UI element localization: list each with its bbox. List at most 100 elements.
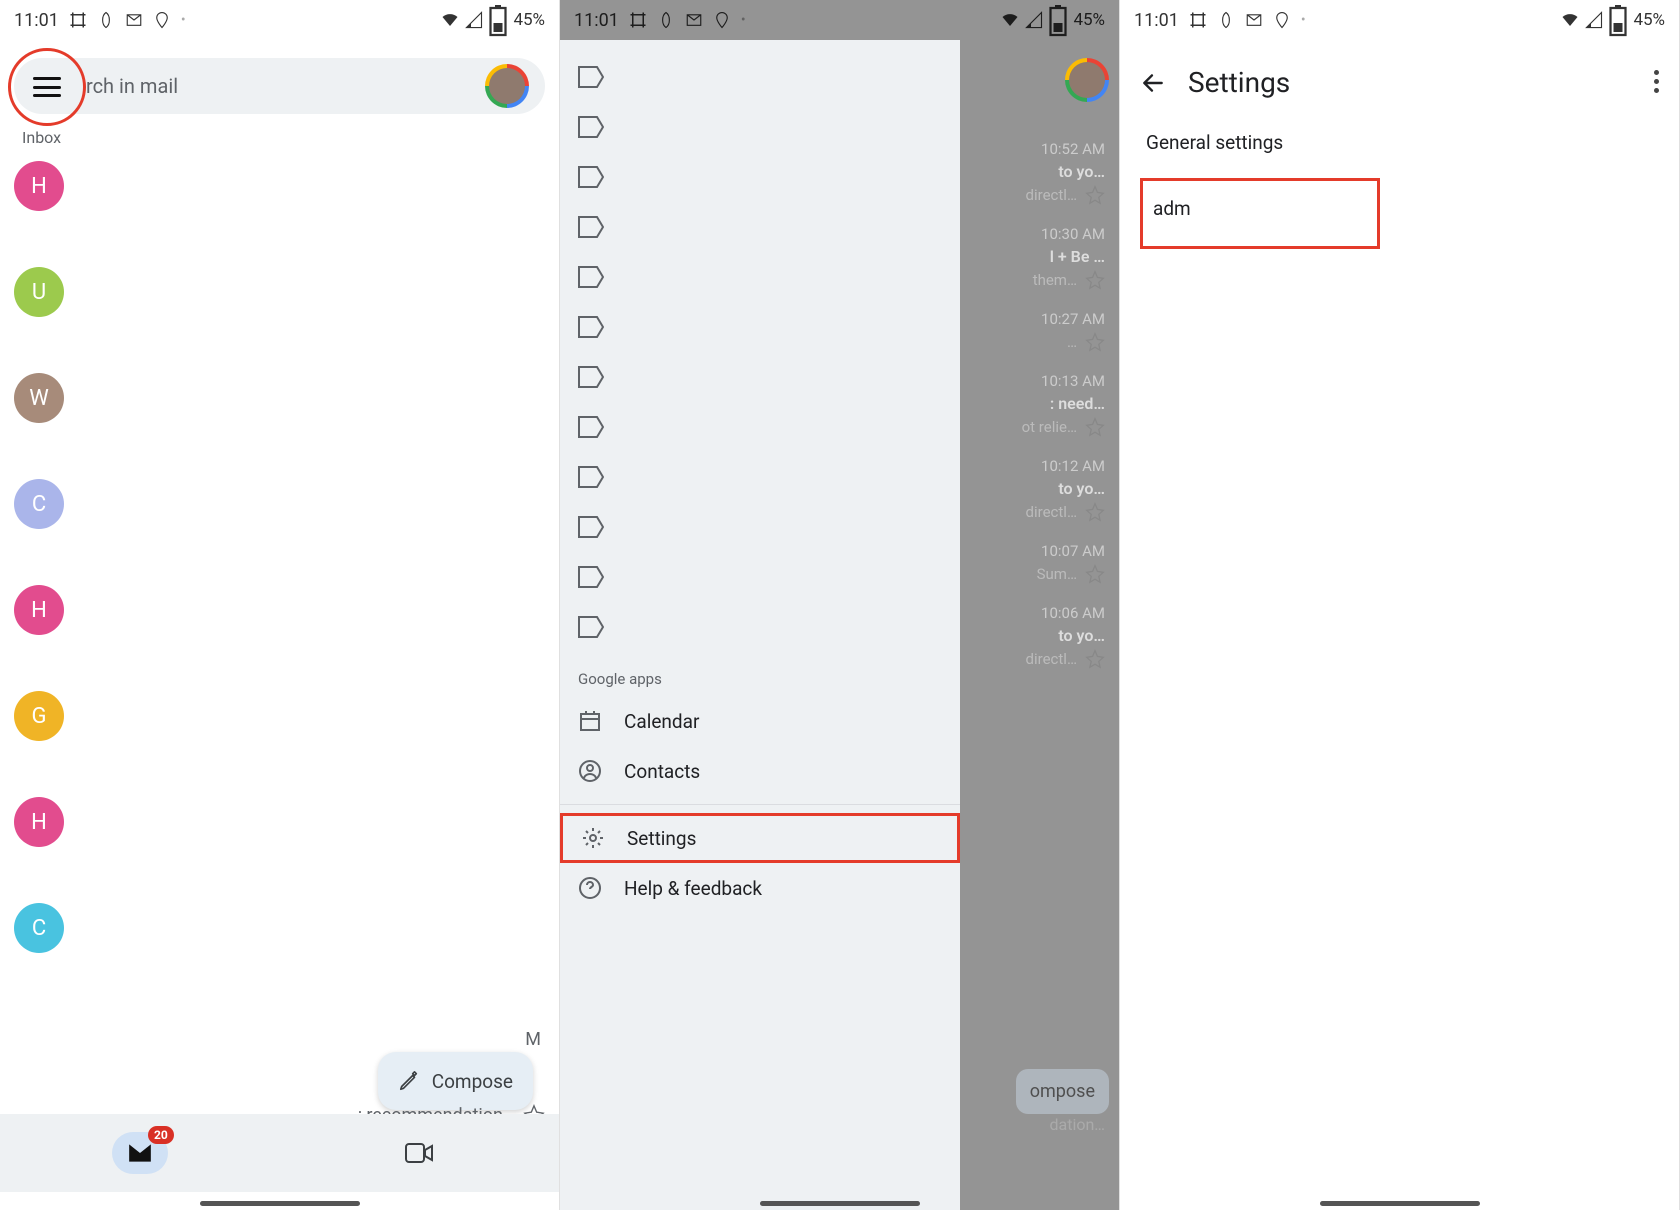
- drawer-calendar[interactable]: Calendar: [560, 696, 960, 746]
- drawer-label-item[interactable]: [560, 402, 960, 452]
- compose-button-partial[interactable]: ompose: [1016, 1069, 1109, 1114]
- drawer-label-item[interactable]: [560, 452, 960, 502]
- list-item[interactable]: H: [14, 585, 545, 635]
- label-icon: [578, 266, 604, 288]
- label-icon: [578, 366, 604, 388]
- avatar: H: [14, 161, 64, 211]
- general-settings-item[interactable]: General settings: [1146, 131, 1659, 154]
- profile-avatar[interactable]: [1065, 58, 1109, 102]
- label-icon: [578, 116, 604, 138]
- drawer-contacts[interactable]: Contacts: [560, 746, 960, 796]
- star-icon[interactable]: [1085, 649, 1105, 669]
- avatar: U: [14, 267, 64, 317]
- list-item[interactable]: G: [14, 691, 545, 741]
- search-bar[interactable]: rch in mail: [14, 58, 545, 114]
- drawer-settings[interactable]: Settings: [560, 813, 960, 863]
- nav-handle: [1320, 1201, 1480, 1206]
- list-item[interactable]: 10:07 AMSum…: [959, 532, 1119, 594]
- snippet-partial: dation…: [1049, 1115, 1105, 1134]
- list-item[interactable]: 10:06 AMto yo…directl…: [959, 594, 1119, 679]
- battery-icon: [1609, 11, 1627, 29]
- highlight-circle: [8, 48, 86, 126]
- profile-avatar[interactable]: [485, 64, 529, 108]
- star-icon[interactable]: [1085, 564, 1105, 584]
- inbox-label: Inbox: [22, 128, 559, 147]
- gmail-icon: [125, 11, 143, 29]
- list-item[interactable]: W: [14, 373, 545, 423]
- compose-button[interactable]: Compose: [378, 1052, 533, 1110]
- status-dot: •: [1301, 12, 1306, 28]
- avatar: H: [14, 585, 64, 635]
- drawer-label-item[interactable]: [560, 352, 960, 402]
- status-bar: 11:01 • 45%: [0, 0, 559, 40]
- star-icon[interactable]: [1085, 270, 1105, 290]
- list-item[interactable]: 10:13 AM: need…ot relie…: [959, 362, 1119, 447]
- map-pin-icon: [1273, 11, 1291, 29]
- list-item[interactable]: H: [14, 797, 545, 847]
- divider: [560, 804, 960, 805]
- list-item[interactable]: 10:30 AMl + Be …them…: [959, 215, 1119, 300]
- list-item[interactable]: C: [14, 903, 545, 953]
- avatar: C: [14, 903, 64, 953]
- avatar: W: [14, 373, 64, 423]
- gmail-icon: [1245, 11, 1263, 29]
- settings-header: Settings: [1120, 40, 1679, 125]
- nav-handle: [760, 1201, 920, 1206]
- avatar: C: [14, 479, 64, 529]
- badge-count: 20: [148, 1126, 174, 1144]
- email-list: H U W C H G H C: [0, 161, 559, 953]
- label-icon: [578, 616, 604, 638]
- gear-icon: [581, 826, 605, 850]
- nav-video[interactable]: [391, 1132, 447, 1174]
- compose-label: Compose: [432, 1070, 513, 1093]
- overflow-menu-icon[interactable]: [1654, 70, 1659, 93]
- account-settings-item[interactable]: adm: [1140, 178, 1380, 249]
- avatar: H: [14, 797, 64, 847]
- wifi-icon: [1561, 11, 1579, 29]
- status-bar: 11:01 • 45%: [1120, 0, 1679, 40]
- list-item[interactable]: H: [14, 161, 545, 211]
- map-pin-icon: [153, 11, 171, 29]
- list-item[interactable]: 10:27 AM…: [959, 300, 1119, 362]
- nav-mail[interactable]: 20: [112, 1132, 168, 1174]
- list-item[interactable]: C: [14, 479, 545, 529]
- nav-handle: [200, 1201, 360, 1206]
- label-icon: [578, 316, 604, 338]
- leaf-icon: [1217, 11, 1235, 29]
- leaf-icon: [97, 11, 115, 29]
- contacts-icon: [578, 759, 602, 783]
- drawer-label-item[interactable]: [560, 302, 960, 352]
- back-icon[interactable]: [1140, 70, 1166, 96]
- search-placeholder: rch in mail: [86, 74, 485, 98]
- list-item[interactable]: 10:12 AMto yo…directl…: [959, 447, 1119, 532]
- help-icon: [578, 876, 602, 900]
- page-title: Settings: [1188, 66, 1290, 99]
- inbox-sliver: 10:52 AMto yo…directl… 10:30 AMl + Be …t…: [959, 40, 1119, 1210]
- label-icon: [578, 416, 604, 438]
- drawer-label-item[interactable]: [560, 502, 960, 552]
- star-icon[interactable]: [1085, 332, 1105, 352]
- drawer-label-item[interactable]: [560, 202, 960, 252]
- drawer-help[interactable]: Help & feedback: [560, 863, 960, 913]
- label-icon: [578, 66, 604, 88]
- battery-percent: 45%: [513, 10, 545, 30]
- account-email-text: adm: [1153, 197, 1191, 220]
- drawer-label-item[interactable]: [560, 52, 960, 102]
- snippet-letter: M: [525, 1029, 541, 1050]
- list-item[interactable]: 10:52 AMto yo…directl…: [959, 130, 1119, 215]
- star-icon[interactable]: [1085, 502, 1105, 522]
- status-time: 11:01: [1134, 10, 1179, 31]
- status-time: 11:01: [14, 10, 59, 31]
- drawer-label-item[interactable]: [560, 552, 960, 602]
- list-item[interactable]: U: [14, 267, 545, 317]
- star-icon[interactable]: [1085, 185, 1105, 205]
- menu-icon[interactable]: [33, 77, 61, 97]
- drawer-section-google-apps: Google apps: [578, 670, 960, 688]
- star-icon[interactable]: [1085, 417, 1105, 437]
- drawer-label-item[interactable]: [560, 602, 960, 652]
- label-icon: [578, 166, 604, 188]
- drawer-label-item[interactable]: [560, 152, 960, 202]
- drawer-label-item[interactable]: [560, 102, 960, 152]
- bottom-nav: 20: [0, 1114, 559, 1192]
- drawer-label-item[interactable]: [560, 252, 960, 302]
